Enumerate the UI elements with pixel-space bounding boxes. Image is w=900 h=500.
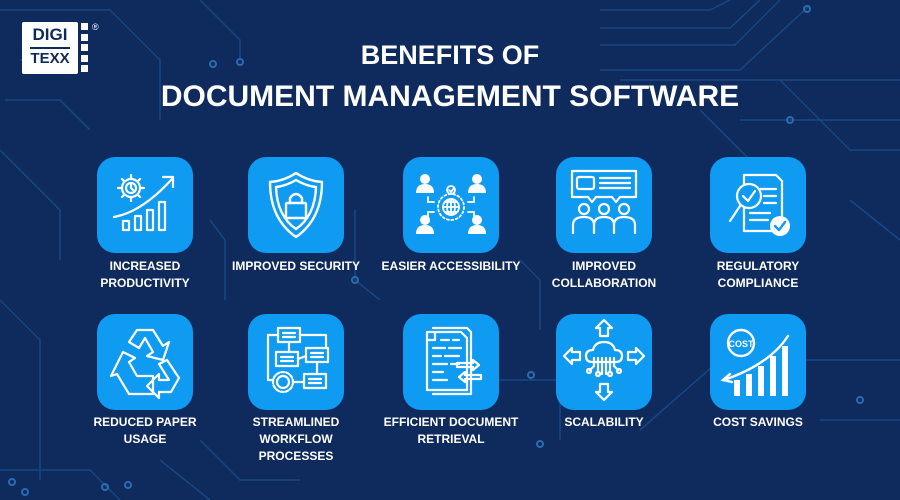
benefit-label-workflow: STREAMLINED WORKFLOW PROCESSES [221,414,371,465]
team-chat-icon [570,169,638,235]
benefit-tile-paper [97,314,193,410]
label-line: PRODUCTIVITY [100,276,190,290]
label-line: IMPROVED [571,259,636,273]
globe-users-icon [416,174,486,234]
registered-mark: ® [92,22,99,32]
benefit-label-accessibility: EASIER ACCESSIBILITY [376,258,526,275]
label-line: SCALABILITY [564,415,644,429]
cost-chart-icon: COST [720,328,790,396]
benefit-label-scalability: SCALABILITY [529,414,679,431]
page-title-line2: DOCUMENT MANAGEMENT SOFTWARE [160,80,740,113]
label-line: EFFICIENT DOCUMENT [383,415,519,429]
label-line: REDUCED PAPER [93,415,197,429]
infographic: DIGI TEXX ® BENEFITS OF DOCUMENT MANAGEM… [0,0,900,500]
productivity-chart-icon [112,173,175,232]
benefit-label-retrieval: EFFICIENT DOCUMENT RETRIEVAL [376,414,526,448]
label-line: COLLABORATION [551,276,657,290]
benefit-tile-accessibility [403,157,499,253]
label-line: IMPROVED SECURITY [231,259,360,273]
benefit-label-productivity: INCREASED PRODUCTIVITY [70,258,220,292]
label-line: REGULATORY [716,259,800,273]
benefit-tile-retrieval [403,314,499,410]
recycle-icon [109,328,181,400]
shield-lock-icon [268,171,324,239]
label-line: PROCESSES [258,449,334,463]
document-check-icon [728,173,790,236]
label-line: STREAMLINED [252,415,340,429]
benefit-label-security: IMPROVED SECURITY [221,258,371,275]
benefit-tile-compliance [710,157,806,253]
label-line: EASIER ACCESSIBILITY [381,259,521,273]
label-line: WORKFLOW [259,432,333,446]
label-line: USAGE [123,432,167,446]
label-line: COMPLIANCE [717,276,799,290]
benefit-tile-collaboration [556,157,652,253]
page-title-line1: BENEFITS OF [360,40,540,70]
cloud-scale-icon [562,318,646,402]
label-line: RETRIEVAL [417,432,485,446]
benefit-tile-workflow [248,314,344,410]
cost-badge-text: COST [728,339,754,349]
benefit-tile-productivity [97,157,193,253]
label-line: INCREASED [109,259,181,273]
benefit-label-collaboration: IMPROVED COLLABORATION [529,258,679,292]
benefit-label-paper: REDUCED PAPER USAGE [70,414,220,448]
benefit-tile-cost: COST [710,314,806,410]
benefit-tile-security [248,157,344,253]
benefit-tile-scalability [556,314,652,410]
label-line: COST SAVINGS [713,415,803,429]
benefit-label-compliance: REGULATORY COMPLIANCE [683,258,833,292]
workflow-icon [266,326,330,394]
document-transfer-icon [425,326,483,396]
benefit-label-cost: COST SAVINGS [683,414,833,431]
